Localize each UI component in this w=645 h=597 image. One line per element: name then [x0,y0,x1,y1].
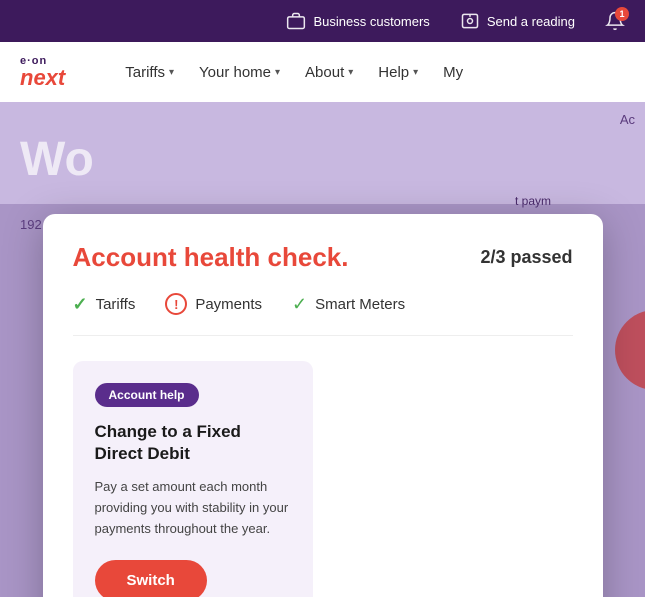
business-customers-label: Business customers [313,14,429,29]
about-chevron-icon: ▾ [348,67,353,78]
nav-item-help[interactable]: Help ▾ [368,56,428,89]
notification-count: 1 [615,7,629,21]
tariffs-check-icon: ✓ [73,294,88,315]
smart-meters-check-icon: ✓ [292,294,307,315]
help-chevron-icon: ▾ [413,67,418,78]
top-bar: Business customers Send a reading 1 [0,0,645,42]
modal-overlay: Account health check. 2/3 passed ✓ Tarif… [0,204,645,597]
briefcase-icon [286,11,306,31]
card-description: Pay a set amount each month providing yo… [95,477,291,539]
card-tag: Account help [95,383,199,407]
nav-my-label: My [443,64,463,81]
ac-label: Ac [620,112,635,127]
check-payments-label: Payments [195,296,262,313]
logo-next: next [20,67,65,89]
business-customers-link[interactable]: Business customers [286,11,429,31]
recommendation-card: Account help Change to a Fixed Direct De… [73,361,313,597]
check-item-smart-meters: ✓ Smart Meters [292,293,405,315]
nav-help-label: Help [378,64,409,81]
nav-about-label: About [305,64,344,81]
nav-tariffs-label: Tariffs [125,64,165,81]
send-reading-link[interactable]: Send a reading [460,11,575,31]
modal-passed: 2/3 passed [480,247,572,268]
nav-item-about[interactable]: About ▾ [295,56,363,89]
switch-button[interactable]: Switch [95,560,207,597]
meter-icon [460,11,480,31]
check-item-tariffs: ✓ Tariffs [73,293,136,315]
your-home-chevron-icon: ▾ [275,67,280,78]
nav-item-your-home[interactable]: Your home ▾ [189,56,290,89]
main-nav: e·on next Tariffs ▾ Your home ▾ About ▾ … [0,42,645,102]
account-health-modal: Account health check. 2/3 passed ✓ Tarif… [43,214,603,597]
logo[interactable]: e·on next [20,55,65,89]
payments-warning-icon: ! [165,293,187,315]
modal-title: Account health check. [73,242,349,273]
check-tariffs-label: Tariffs [96,296,136,313]
modal-header: Account health check. 2/3 passed [73,242,573,273]
check-smart-meters-label: Smart Meters [315,296,405,313]
nav-item-my[interactable]: My [433,56,473,89]
nav-item-tariffs[interactable]: Tariffs ▾ [115,56,184,89]
page-background: Wo 192 G Ac t paym payment is ment is s … [0,102,645,597]
card-title: Change to a Fixed Direct Debit [95,421,291,465]
nav-items: Tariffs ▾ Your home ▾ About ▾ Help ▾ My [115,56,625,89]
tariffs-chevron-icon: ▾ [169,67,174,78]
check-items-row: ✓ Tariffs ! Payments ✓ Smart Meters [73,293,573,336]
check-item-payments: ! Payments [165,293,262,315]
send-reading-label: Send a reading [487,14,575,29]
nav-your-home-label: Your home [199,64,271,81]
notification-bell[interactable]: 1 [605,11,625,31]
